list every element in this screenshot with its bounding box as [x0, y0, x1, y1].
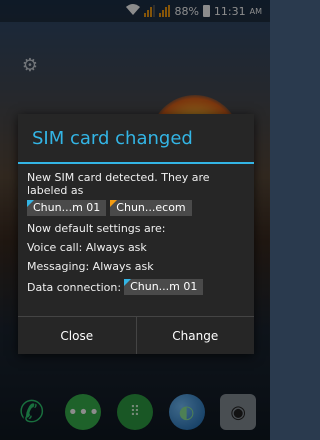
sim1-chip: Chun...m 01 [27, 200, 107, 216]
sim-changed-dialog: SIM card changed New SIM card detected. … [18, 114, 254, 354]
voice-call-value: Always ask [85, 241, 147, 254]
messaging-row: Messaging: Always ask [27, 260, 245, 273]
data-connection-chip: Chun...m 01 [124, 279, 204, 295]
defaults-heading: Now default settings are: [27, 222, 166, 235]
sim2-color-marker [110, 200, 118, 207]
data-connection-value: Chun...m 01 [130, 280, 198, 293]
data-connection-row: Data connection: Chun...m 01 [27, 279, 245, 295]
data-sim-color-marker [124, 279, 132, 286]
voice-call-row: Voice call: Always ask [27, 241, 245, 254]
messaging-label: Messaging: [27, 260, 90, 273]
change-button[interactable]: Change [135, 317, 255, 354]
dialog-title: SIM card changed [18, 114, 254, 164]
dialog-message: New SIM card detected. They are labeled … [27, 171, 210, 197]
data-connection-label: Data connection: [27, 280, 122, 294]
dialog-actions: Close Change [18, 316, 254, 354]
sim-label-row: Chun...m 01 Chun...ecom [27, 200, 245, 216]
sim1-label: Chun...m 01 [33, 201, 101, 214]
sim2-chip: Chun...ecom [110, 200, 192, 216]
sim1-color-marker [27, 200, 34, 207]
voice-call-label: Voice call: [27, 241, 83, 254]
close-button[interactable]: Close [18, 317, 136, 354]
messaging-value: Always ask [92, 260, 154, 273]
sim2-label: Chun...ecom [116, 201, 186, 214]
dialog-body: New SIM card detected. They are labeled … [18, 164, 254, 295]
